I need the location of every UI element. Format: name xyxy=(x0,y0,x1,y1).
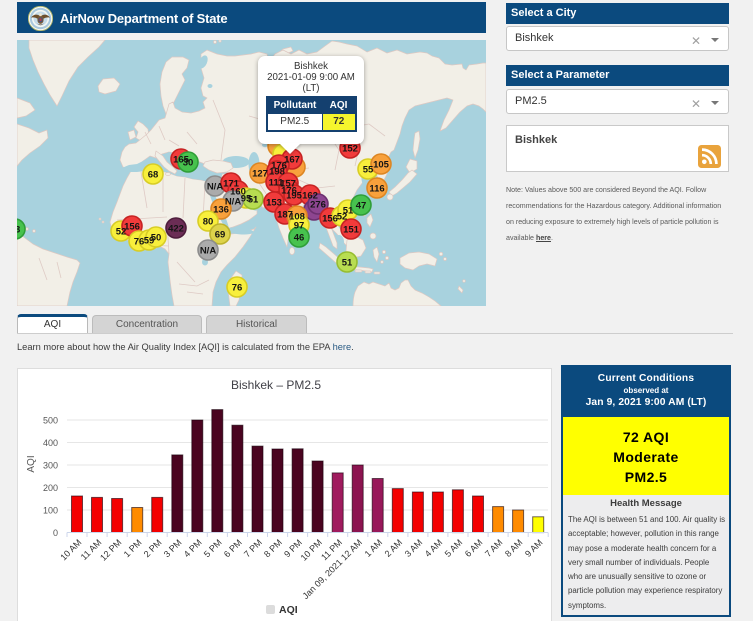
svg-text:116: 116 xyxy=(369,184,384,195)
svg-text:8 PM: 8 PM xyxy=(262,537,284,559)
svg-text:N/A: N/A xyxy=(200,246,217,257)
svg-text:276: 276 xyxy=(310,200,326,211)
svg-text:5 PM: 5 PM xyxy=(202,537,224,559)
svg-text:156: 156 xyxy=(322,214,338,225)
svg-text:105: 105 xyxy=(373,160,390,171)
svg-text:6 PM: 6 PM xyxy=(222,537,244,559)
svg-text:3 AM: 3 AM xyxy=(403,537,425,559)
svg-text:151: 151 xyxy=(343,225,360,236)
svg-text:10 AM: 10 AM xyxy=(58,537,83,562)
svg-text:5 AM: 5 AM xyxy=(443,537,465,559)
svg-text:46: 46 xyxy=(294,233,305,244)
svg-text:156: 156 xyxy=(124,222,140,233)
svg-text:50: 50 xyxy=(151,233,162,244)
svg-text:3 PM: 3 PM xyxy=(162,537,184,559)
svg-text:68: 68 xyxy=(148,170,159,181)
svg-text:153: 153 xyxy=(266,198,282,209)
svg-text:43: 43 xyxy=(17,225,20,236)
svg-text:4 PM: 4 PM xyxy=(182,537,204,559)
svg-text:200: 200 xyxy=(43,483,58,493)
svg-text:4 AM: 4 AM xyxy=(423,537,445,559)
svg-text:AQI: AQI xyxy=(279,604,298,616)
svg-text:400: 400 xyxy=(43,438,58,448)
svg-text:136: 136 xyxy=(213,205,229,216)
svg-text:51: 51 xyxy=(248,195,259,206)
svg-text:9 AM: 9 AM xyxy=(523,537,545,559)
svg-text:0: 0 xyxy=(53,528,58,538)
svg-text:198: 198 xyxy=(269,167,285,178)
svg-text:76: 76 xyxy=(232,283,243,294)
svg-text:97: 97 xyxy=(294,221,305,232)
svg-text:6 AM: 6 AM xyxy=(463,537,485,559)
svg-text:100: 100 xyxy=(43,506,58,516)
svg-text:AQI: AQI xyxy=(26,455,37,472)
svg-text:195: 195 xyxy=(286,191,303,202)
svg-text:N/A: N/A xyxy=(207,182,224,193)
svg-text:152: 152 xyxy=(342,144,358,155)
svg-text:8 AM: 8 AM xyxy=(503,537,525,559)
svg-text:69: 69 xyxy=(215,230,226,241)
svg-text:76: 76 xyxy=(134,237,145,248)
svg-text:47: 47 xyxy=(356,201,367,212)
svg-text:7 AM: 7 AM xyxy=(483,537,505,559)
svg-text:422: 422 xyxy=(168,224,184,235)
svg-text:51: 51 xyxy=(342,258,353,269)
svg-text:300: 300 xyxy=(43,461,58,471)
svg-text:30: 30 xyxy=(183,158,194,169)
svg-text:500: 500 xyxy=(43,416,58,426)
svg-text:10 PM: 10 PM xyxy=(299,537,324,562)
svg-text:80: 80 xyxy=(203,217,214,228)
svg-text:127: 127 xyxy=(252,169,268,180)
svg-text:Bishkek – PM2.5: Bishkek – PM2.5 xyxy=(231,378,321,392)
svg-text:12 PM: 12 PM xyxy=(98,537,123,562)
svg-text:1 PM: 1 PM xyxy=(122,537,144,559)
svg-text:51: 51 xyxy=(343,206,354,217)
svg-text:1 AM: 1 AM xyxy=(363,537,385,559)
svg-text:7 PM: 7 PM xyxy=(242,537,264,559)
svg-text:2 PM: 2 PM xyxy=(142,537,164,559)
svg-text:2 AM: 2 AM xyxy=(383,537,405,559)
